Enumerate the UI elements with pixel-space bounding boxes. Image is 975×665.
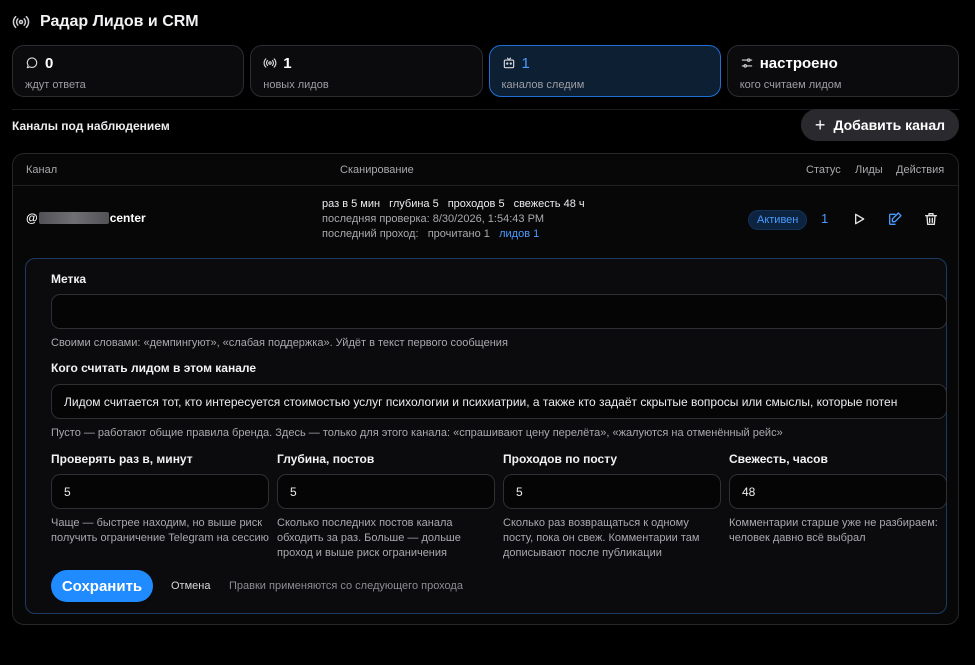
column-actions: Действия xyxy=(896,164,945,176)
sliders-icon xyxy=(741,58,752,68)
cancel-button[interactable]: Отмена xyxy=(171,580,210,592)
stat-label: новых лидов xyxy=(263,79,329,91)
last-pass-read: прочитано 1 xyxy=(427,228,490,240)
status-badge: Активен xyxy=(748,210,808,230)
stat-value: 1 xyxy=(521,54,530,72)
stat-new-leads[interactable]: 1 новых лидов xyxy=(250,45,483,97)
scan-info: раз в 5 мин глубина 5 проходов 5 свежесть 4… xyxy=(322,197,594,242)
stats-bar: 0 ждут ответа 1 новых лидов 1 каналов сл… xyxy=(12,45,959,97)
channels-table: Канал Сканирование Статус Лиды Действия … xyxy=(12,153,959,625)
stat-label: ждут ответа xyxy=(25,79,86,91)
delete-button[interactable] xyxy=(923,211,939,227)
channel-icon xyxy=(503,57,514,69)
table-header: Канал Сканирование Статус Лиды Действия xyxy=(13,154,958,186)
redacted-text xyxy=(38,212,109,224)
scan-freshness: свежесть 48 ч xyxy=(513,198,585,210)
channel-prefix: @ xyxy=(26,211,38,225)
save-button[interactable]: Сохранить xyxy=(51,570,153,602)
label-hint: Своими словами: «демпингуют», «слабая по… xyxy=(51,337,508,349)
last-check: последняя проверка: 8/30/2026, 1:54:43 P… xyxy=(322,213,545,225)
label-input[interactable] xyxy=(51,294,947,329)
edit-button[interactable] xyxy=(887,211,903,227)
scan-passes: проходов 5 xyxy=(447,198,505,210)
stat-value: 1 xyxy=(283,54,292,72)
last-pass: последний проход: прочитано 1 лидов 1 xyxy=(322,227,594,242)
label-field-title: Метка xyxy=(51,272,87,286)
interval-hint: Чаще — быстрее находим, но выше риск пол… xyxy=(51,517,269,544)
column-leads: Лиды xyxy=(855,164,883,176)
lead-criteria-title: Кого считать лидом в этом канале xyxy=(51,361,257,375)
edit-icon xyxy=(889,212,902,225)
add-channel-label: Добавить канал xyxy=(833,117,946,133)
column-scan: Сканирование xyxy=(340,164,414,176)
scan-interval: раз в 5 мин xyxy=(322,198,381,210)
broadcast-icon xyxy=(263,58,277,68)
plus-icon: + xyxy=(814,115,826,135)
apply-note: Правки применяются со следующего прохода xyxy=(229,580,463,592)
interval-field-title: Проверять раз в, минут xyxy=(51,452,193,466)
run-button[interactable] xyxy=(851,211,867,227)
broadcast-icon xyxy=(12,15,30,29)
play-icon xyxy=(855,213,865,225)
stat-lead-criteria[interactable]: настроено кого считаем лидом xyxy=(726,45,959,97)
stat-value: 0 xyxy=(45,54,54,72)
lead-criteria-input[interactable]: Лидом считается тот, кто интересуется ст… xyxy=(51,384,947,419)
scan-depth: глубина 5 xyxy=(389,198,439,210)
column-status: Статус xyxy=(806,164,841,176)
last-pass-label: последний проход: xyxy=(322,228,419,240)
interval-input[interactable]: 5 xyxy=(51,474,269,509)
chat-icon xyxy=(26,57,38,69)
page-header: Радар Лидов и CRM xyxy=(12,12,199,32)
depth-hint: Сколько последних постов канала обходить… xyxy=(277,517,461,559)
stat-label: каналов следим xyxy=(501,79,585,91)
page-title: Радар Лидов и CRM xyxy=(40,13,199,30)
add-channel-button[interactable]: + Добавить канал xyxy=(801,109,959,141)
depth-input[interactable]: 5 xyxy=(277,474,495,509)
freshness-hint: Комментарии старше уже не разбираем: чел… xyxy=(729,517,938,544)
stat-channels-watched[interactable]: 1 каналов следим xyxy=(488,45,721,97)
freshness-field-title: Свежесть, часов xyxy=(729,452,828,466)
last-pass-leads-link[interactable]: лидов 1 xyxy=(499,228,539,240)
section-title: Каналы под наблюдением xyxy=(12,119,170,133)
depth-field-title: Глубина, постов xyxy=(277,452,375,466)
scan-settings: раз в 5 мин глубина 5 проходов 5 свежесть 4… xyxy=(322,197,594,212)
column-channel: Канал xyxy=(26,164,58,176)
channel-name[interactable]: @ center xyxy=(26,211,146,225)
stat-value: настроено xyxy=(759,54,838,72)
trash-icon xyxy=(925,213,937,225)
leads-count[interactable]: 1 xyxy=(821,211,828,226)
lead-criteria-hint: Пусто — работают общие правила бренда. З… xyxy=(51,427,783,439)
stat-awaiting-reply[interactable]: 0 ждут ответа xyxy=(12,45,245,97)
channel-edit-panel: Метка Своими словами: «демпингуют», «сла… xyxy=(25,258,947,614)
freshness-input[interactable]: 48 xyxy=(729,474,947,509)
channel-suffix: center xyxy=(109,211,146,225)
passes-input[interactable]: 5 xyxy=(503,474,721,509)
table-row[interactable]: @ center раз в 5 мин глубина 5 проходов 5 с… xyxy=(13,187,958,255)
stat-label: кого считаем лидом xyxy=(739,79,842,91)
passes-field-title: Проходов по посту xyxy=(503,452,618,466)
passes-hint: Сколько раз возвращаться к одному посту,… xyxy=(503,517,700,559)
